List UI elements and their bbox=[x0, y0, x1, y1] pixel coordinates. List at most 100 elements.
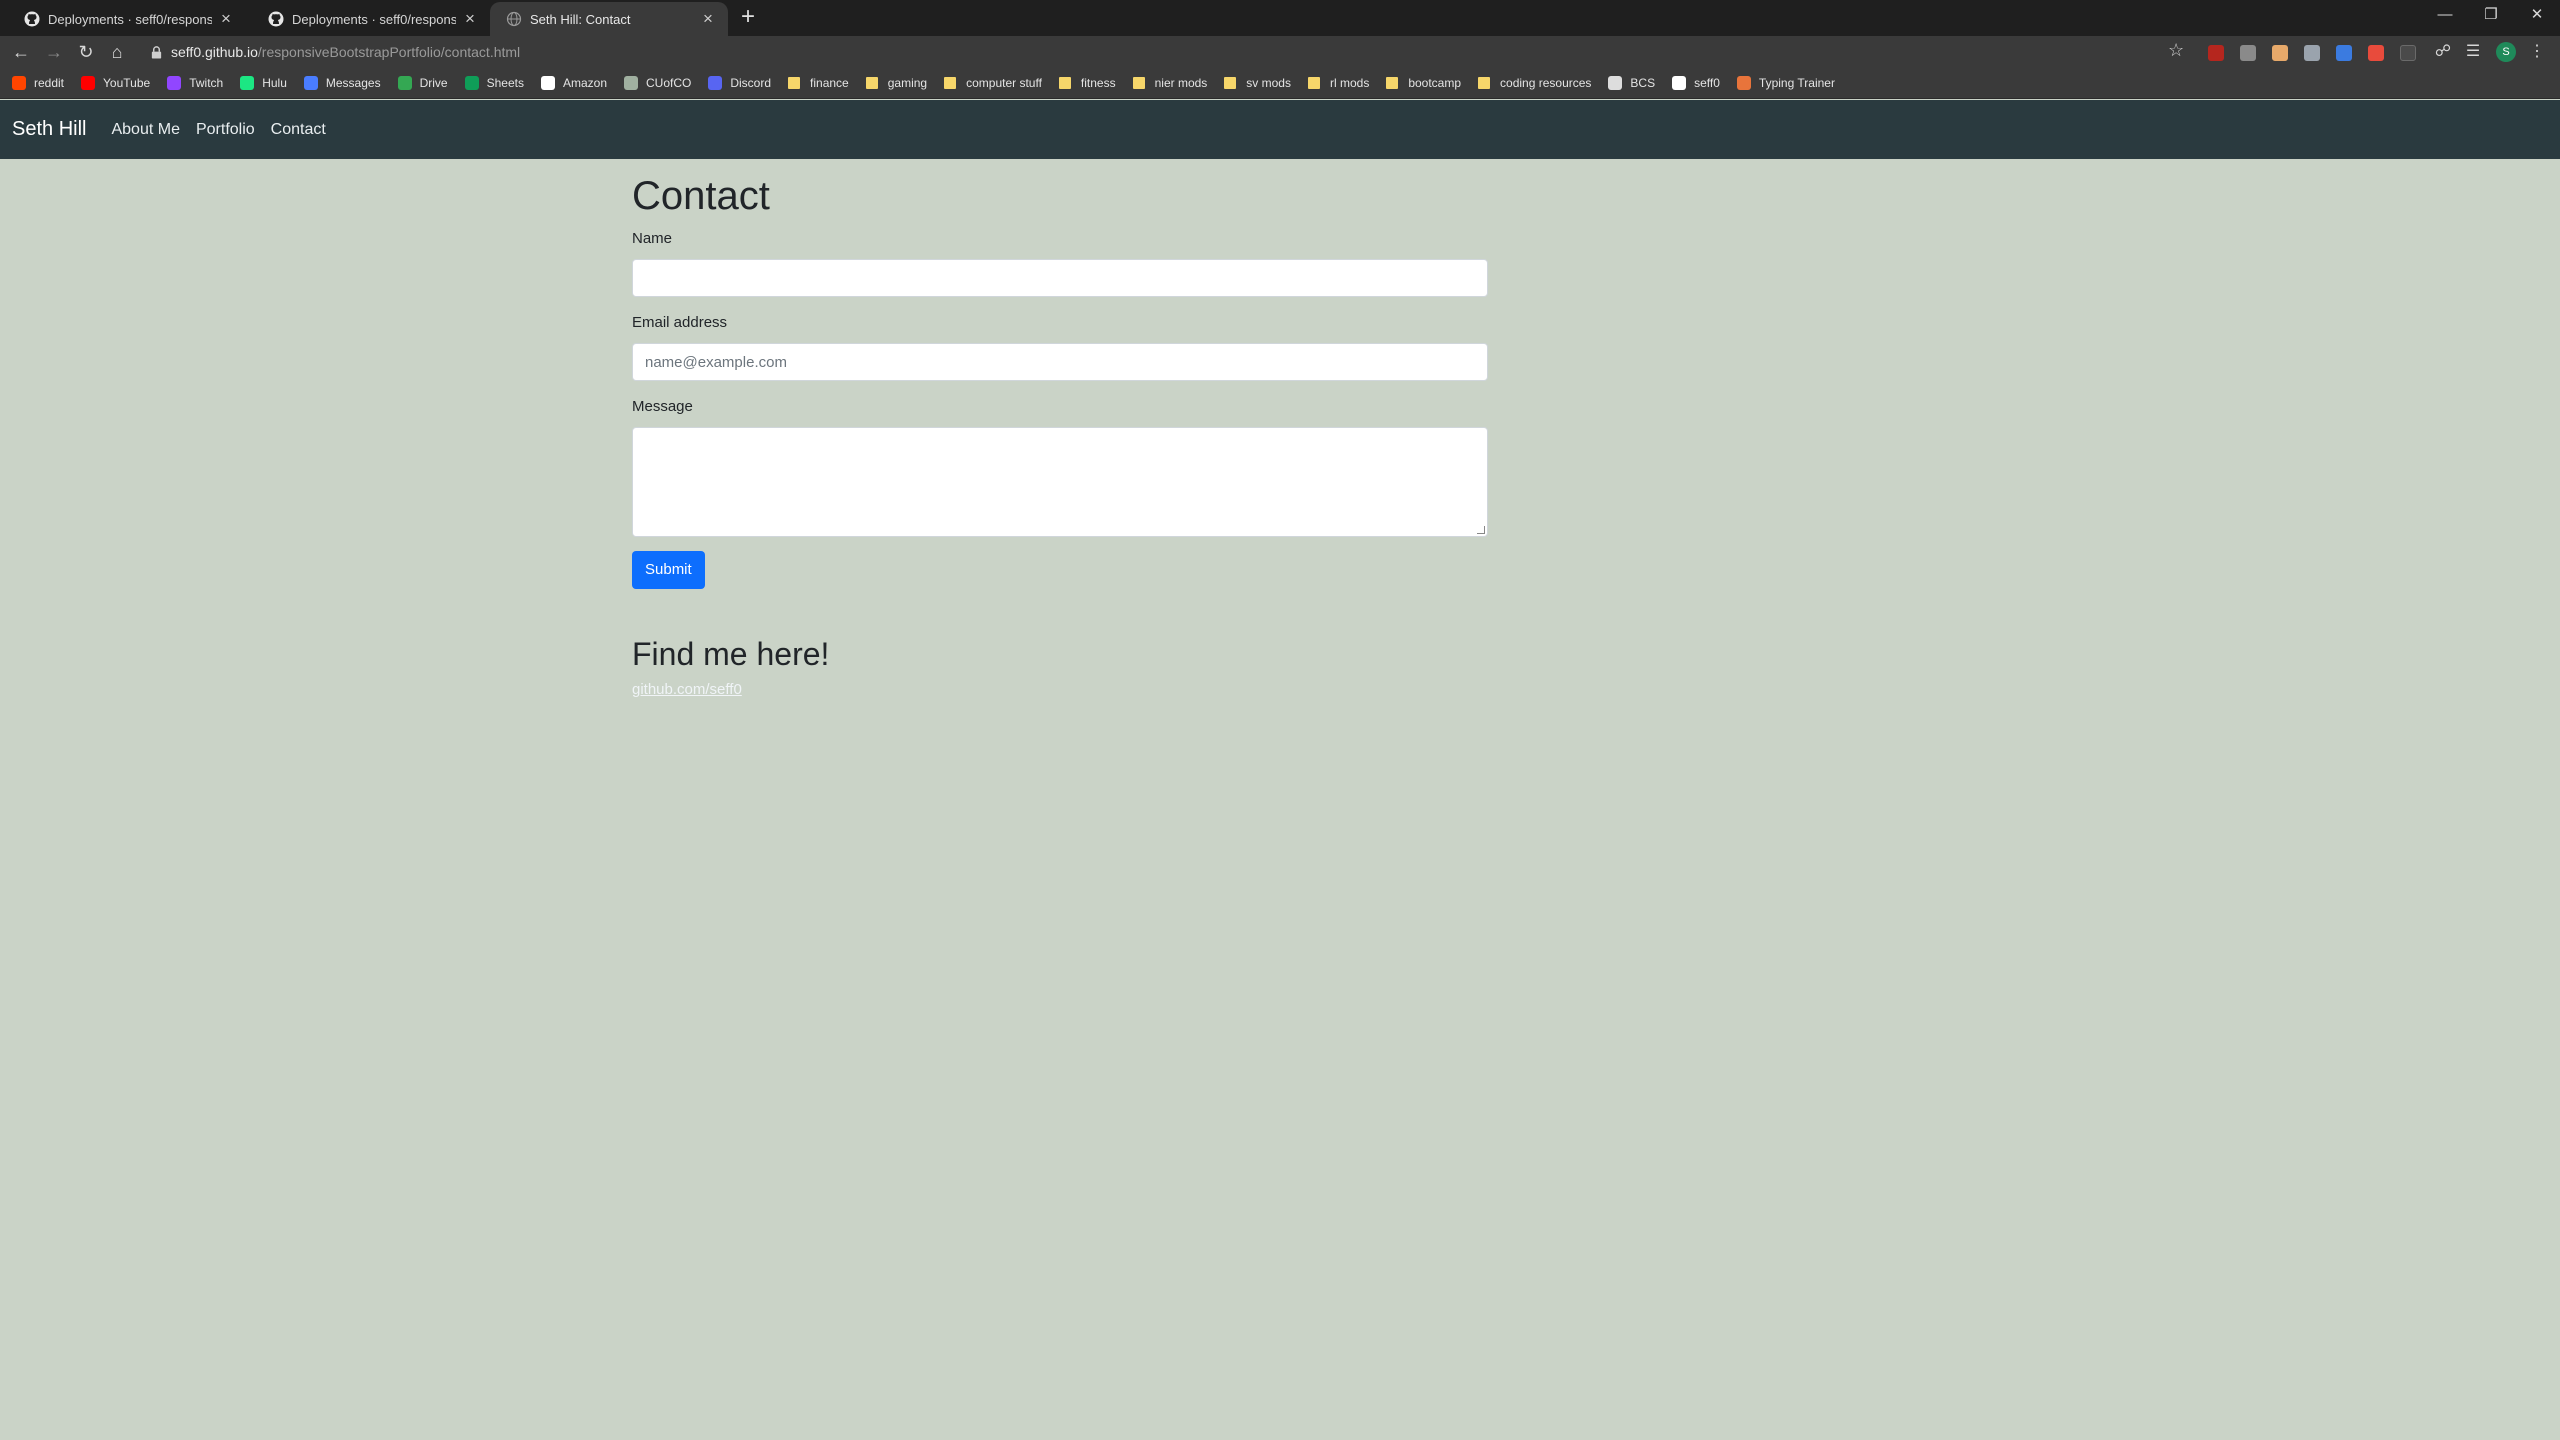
bookmark-label: Twitch bbox=[189, 76, 224, 90]
bookmark-star-icon[interactable]: ☆ bbox=[2168, 40, 2184, 61]
bookmark-twitch[interactable]: Twitch bbox=[167, 76, 223, 90]
folder-icon bbox=[1478, 77, 1491, 89]
bookmark-label: finance bbox=[810, 76, 849, 90]
close-tab-icon[interactable]: × bbox=[218, 9, 234, 29]
name-label: Name bbox=[632, 230, 673, 247]
bookmark-nier-mods[interactable]: nier mods bbox=[1132, 76, 1208, 90]
browser-toolbar: ← → ↻ ⌂ seff0.github.io/responsiveBootst… bbox=[0, 36, 2560, 68]
bookmark-label: reddit bbox=[34, 76, 65, 90]
reader-extension-icon[interactable] bbox=[2304, 45, 2320, 61]
github-icon bbox=[24, 11, 40, 27]
folder-icon bbox=[1307, 77, 1320, 89]
amazon-icon bbox=[540, 76, 555, 90]
bookmark-hulu[interactable]: Hulu bbox=[240, 76, 287, 90]
tab-title: Deployments · seff0/responsiveB bbox=[48, 11, 212, 27]
bookmark-sv-mods[interactable]: sv mods bbox=[1224, 76, 1291, 90]
bookmark-computer-stuff[interactable]: computer stuff bbox=[944, 76, 1042, 90]
bookmark-label: computer stuff bbox=[966, 76, 1042, 90]
bookmark-reddit[interactable]: reddit bbox=[12, 76, 64, 90]
navbar-brand[interactable]: Seth Hill bbox=[12, 118, 86, 141]
bookmark-fitness[interactable]: fitness bbox=[1058, 76, 1116, 90]
close-tab-icon[interactable]: × bbox=[700, 9, 716, 29]
github-icon bbox=[1672, 76, 1687, 90]
bookmark-coding-resources[interactable]: coding resources bbox=[1478, 76, 1591, 90]
profile-avatar[interactable]: S bbox=[2496, 42, 2516, 62]
bookmark-seff0[interactable]: seff0 bbox=[1672, 76, 1720, 90]
ublock-extension-icon[interactable] bbox=[2208, 45, 2224, 61]
messages-icon bbox=[303, 76, 318, 90]
resize-grip-icon[interactable] bbox=[1477, 526, 1485, 534]
bookmark-bootcamp[interactable]: bootcamp bbox=[1386, 76, 1461, 90]
media-queue-icon[interactable]: ☰ bbox=[2462, 41, 2484, 63]
recycle-extension-icon[interactable] bbox=[2400, 45, 2416, 61]
honey-extension-icon[interactable] bbox=[2272, 45, 2288, 61]
contact-section: Contact Name Email address name@example.… bbox=[632, 160, 1488, 699]
youtube-icon bbox=[81, 76, 96, 90]
menu-dots-icon[interactable]: ⋮ bbox=[2526, 41, 2548, 63]
bookmark-finance[interactable]: finance bbox=[788, 76, 849, 90]
folder-icon bbox=[1132, 77, 1145, 89]
bookmark-label: bootcamp bbox=[1408, 76, 1462, 90]
bookmark-bcs[interactable]: BCS bbox=[1608, 76, 1655, 90]
sheets-icon bbox=[464, 76, 479, 90]
new-tab-button[interactable]: + bbox=[735, 4, 761, 30]
bookmark-label: coding resources bbox=[1500, 76, 1592, 90]
forward-arrow-icon[interactable]: → bbox=[43, 41, 65, 63]
cu-icon bbox=[624, 76, 638, 90]
bookmark-rl-mods[interactable]: rl mods bbox=[1307, 76, 1370, 90]
tab-seth-hill-contact[interactable]: Seth Hill: Contact × bbox=[490, 2, 728, 36]
email-label: Email address bbox=[632, 314, 728, 331]
bookmark-label: sv mods bbox=[1246, 76, 1291, 90]
nav-link-portfolio[interactable]: Portfolio bbox=[196, 121, 255, 139]
nav-link-contact[interactable]: Contact bbox=[271, 121, 326, 139]
folder-icon bbox=[1058, 77, 1071, 89]
bookmark-typing-trainer[interactable]: Typing Trainer bbox=[1736, 76, 1835, 90]
close-tab-icon[interactable]: × bbox=[462, 9, 478, 29]
bookmark-youtube[interactable]: YouTube bbox=[81, 76, 150, 90]
bookmarks-bar: reddit YouTube Twitch Hulu Messages Drive Shee… bbox=[0, 68, 2560, 99]
tab-deployments-2[interactable]: Deployments · seff0/responsiveB × bbox=[252, 2, 490, 36]
video-extension-icon[interactable] bbox=[2368, 45, 2384, 61]
bookmark-drive[interactable]: Drive bbox=[397, 76, 448, 90]
mail-extension-icon[interactable] bbox=[2240, 45, 2256, 61]
nav-link-about-me[interactable]: About Me bbox=[111, 121, 179, 139]
discord-icon bbox=[708, 76, 723, 90]
message-label: Message bbox=[632, 398, 693, 415]
name-input[interactable] bbox=[632, 259, 1488, 297]
github-link[interactable]: github.com/seff0 bbox=[632, 681, 742, 698]
home-icon[interactable]: ⌂ bbox=[106, 41, 128, 63]
bookmark-messages[interactable]: Messages bbox=[303, 76, 381, 90]
address-bar[interactable]: seff0.github.io/responsiveBootstrapPortf… bbox=[140, 40, 2180, 64]
restore-icon[interactable]: ❐ bbox=[2468, 0, 2514, 30]
github-icon bbox=[268, 11, 284, 27]
hulu-icon bbox=[240, 76, 255, 90]
close-window-icon[interactable]: ✕ bbox=[2514, 0, 2560, 30]
bookmark-label: Discord bbox=[730, 76, 772, 90]
puzzle-extensions-icon[interactable]: ☍ bbox=[2432, 41, 2454, 63]
bookmark-gaming[interactable]: gaming bbox=[865, 76, 928, 90]
page-title: Contact bbox=[632, 174, 770, 218]
bookmark-label: Typing Trainer bbox=[1758, 76, 1835, 90]
bcs-icon bbox=[1608, 76, 1623, 90]
bookmark-label: nier mods bbox=[1154, 76, 1208, 90]
folder-icon bbox=[944, 77, 957, 89]
message-textarea[interactable] bbox=[632, 427, 1488, 537]
bookmark-cuofco[interactable]: CUofCO bbox=[624, 76, 691, 90]
bookmark-sheets[interactable]: Sheets bbox=[464, 76, 524, 90]
tab-deployments-1[interactable]: Deployments · seff0/responsiveB × bbox=[8, 2, 246, 36]
globe-icon bbox=[506, 11, 522, 27]
bookmark-label: Messages bbox=[325, 76, 381, 90]
bookmark-label: gaming bbox=[887, 76, 928, 90]
shield-extension-icon[interactable] bbox=[2336, 45, 2352, 61]
bookmark-amazon[interactable]: Amazon bbox=[540, 76, 607, 90]
url-path: /responsiveBootstrapPortfolio/contact.ht… bbox=[257, 44, 521, 60]
bookmark-label: rl mods bbox=[1329, 76, 1370, 90]
bookmark-discord[interactable]: Discord bbox=[708, 76, 771, 90]
lock-icon bbox=[151, 45, 162, 59]
submit-button[interactable]: Submit bbox=[632, 551, 705, 589]
back-arrow-icon[interactable]: ← bbox=[10, 41, 32, 63]
bookmark-label: Hulu bbox=[262, 76, 287, 90]
minimize-icon[interactable]: — bbox=[2422, 0, 2468, 30]
reload-icon[interactable]: ↻ bbox=[75, 41, 97, 63]
email-input[interactable]: name@example.com bbox=[632, 343, 1488, 381]
